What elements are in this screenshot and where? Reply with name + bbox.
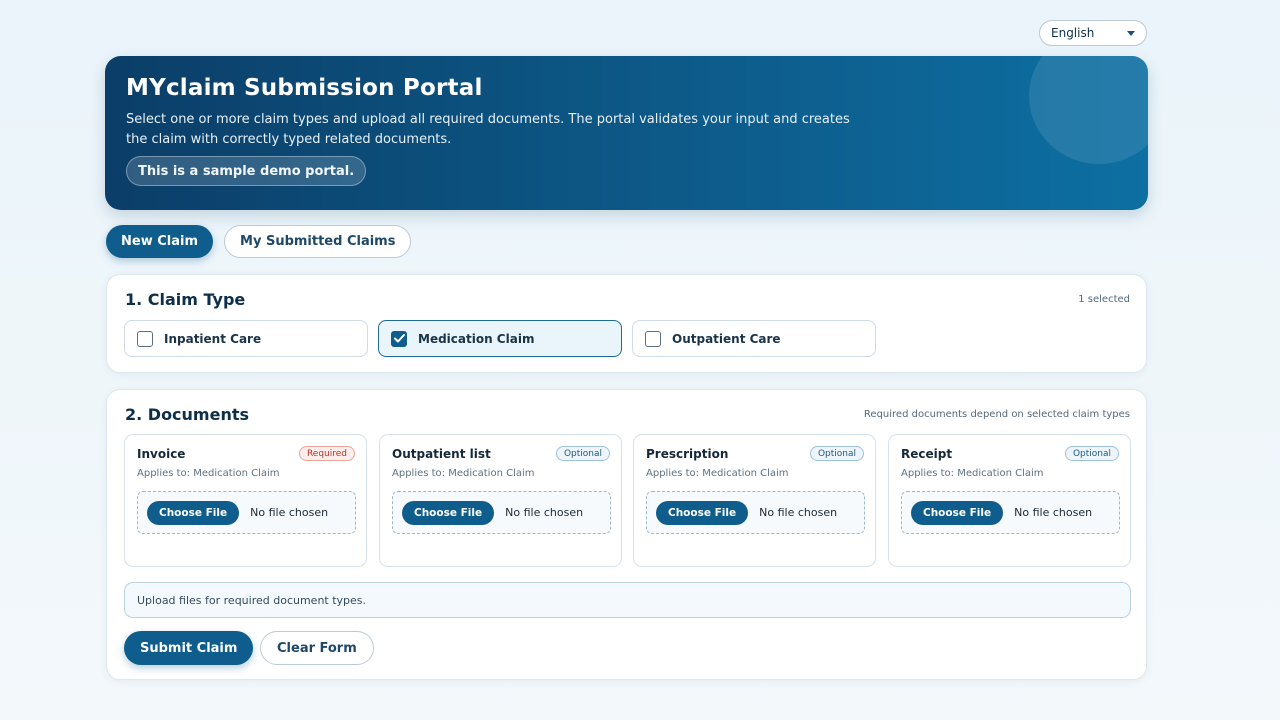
claim-option-medication-claim[interactable]: Medication Claim [378,320,622,357]
tab-bar: New Claim My Submitted Claims [106,225,412,258]
document-card-outpatient-list: Outpatient list Optional Applies to: Med… [379,434,622,567]
claim-option-label: Inpatient Care [164,331,262,346]
validation-message: Upload files for required document types… [124,582,1131,618]
file-input[interactable]: Choose File No file chosen [392,491,611,534]
documents-note: Required documents depend on selected cl… [863,409,1130,420]
claim-type-heading: 1. Claim Type [125,290,246,309]
claim-option-outpatient-care[interactable]: Outpatient Care [632,320,876,357]
checkbox[interactable] [137,330,153,347]
claim-type-card: 1. Claim Type 1 selected Inpatient Care … [106,274,1147,373]
file-input[interactable]: Choose File No file chosen [137,491,356,534]
claim-option-label: Medication Claim [418,331,535,346]
submit-claim-button[interactable]: Submit Claim [124,631,254,665]
file-status: No file chosen [505,506,584,519]
optional-badge: Optional [555,446,610,461]
document-title: Outpatient list [392,447,491,461]
language-select[interactable]: English [1039,20,1147,46]
language-select-value: English [1051,26,1095,40]
document-applies-to: Applies to: Medication Claim [137,468,280,479]
decorative-circle [1029,56,1148,164]
tab-my-submitted-claims[interactable]: My Submitted Claims [224,225,412,258]
claim-option-label: Outpatient Care [672,331,781,346]
optional-badge: Optional [809,446,864,461]
chevron-down-icon [1127,30,1135,36]
document-title: Prescription [646,447,729,461]
file-status: No file chosen [759,506,838,519]
file-input[interactable]: Choose File No file chosen [646,491,865,534]
file-status: No file chosen [250,506,329,519]
document-card-invoice: Invoice Required Applies to: Medication … [124,434,367,567]
tab-new-claim[interactable]: New Claim [106,225,214,258]
choose-file-button[interactable]: Choose File [147,500,240,525]
document-card-prescription: Prescription Optional Applies to: Medica… [633,434,876,567]
document-card-receipt: Receipt Optional Applies to: Medication … [888,434,1131,567]
choose-file-button[interactable]: Choose File [402,500,495,525]
claim-option-inpatient-care[interactable]: Inpatient Care [124,320,368,357]
document-applies-to: Applies to: Medication Claim [392,468,535,479]
page-title: MYclaim Submission Portal [126,75,483,101]
documents-card: 2. Documents Required documents depend o… [106,389,1147,680]
choose-file-button[interactable]: Choose File [656,500,749,525]
choose-file-button[interactable]: Choose File [911,500,1004,525]
checkmark-icon [393,334,405,343]
hero-banner: MYclaim Submission Portal Select one or … [105,56,1148,210]
document-title: Receipt [901,447,953,461]
file-input[interactable]: Choose File No file chosen [901,491,1120,534]
required-badge: Required [298,446,355,461]
file-status: No file chosen [1014,506,1093,519]
checkbox-checked[interactable] [391,330,407,347]
selected-count: 1 selected [1078,294,1130,305]
document-title: Invoice [137,447,186,461]
document-applies-to: Applies to: Medication Claim [901,468,1044,479]
document-applies-to: Applies to: Medication Claim [646,468,789,479]
clear-form-button[interactable]: Clear Form [260,631,374,665]
optional-badge: Optional [1064,446,1119,461]
hero-description: Select one or more claim types and uploa… [126,112,850,147]
documents-heading: 2. Documents [125,405,250,424]
demo-badge: This is a sample demo portal. [126,156,367,186]
checkbox[interactable] [645,330,661,347]
